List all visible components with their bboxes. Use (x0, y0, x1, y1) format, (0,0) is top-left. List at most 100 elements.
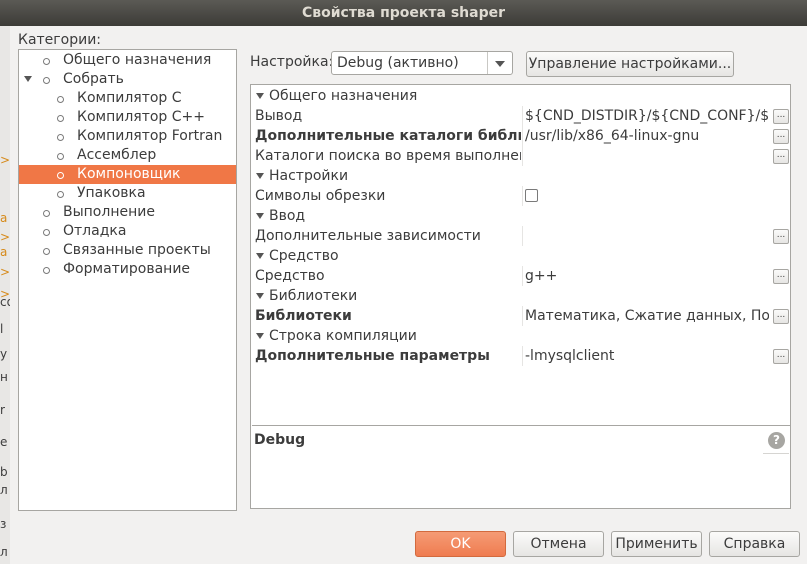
ellipsis-button[interactable]: ... (773, 269, 789, 284)
category-item[interactable]: Общего назначения (19, 51, 236, 70)
help-button[interactable]: Справка (709, 531, 800, 557)
ellipsis-button[interactable]: ... (773, 349, 789, 364)
category-item-label: Компилятор Fortran (77, 128, 223, 144)
category-item-label: Ассемблер (77, 147, 157, 163)
category-item-label: Общего назначения (63, 52, 212, 68)
categories-label: Категории: (18, 32, 102, 48)
background-text-fragment: l (0, 322, 4, 336)
ellipsis-button[interactable]: ... (773, 109, 789, 124)
bullet-icon (43, 267, 50, 274)
category-item[interactable]: Форматирование (19, 260, 236, 279)
background-text-fragment: > (0, 230, 10, 244)
property-category-row[interactable]: Общего назначения (252, 86, 790, 106)
configuration-select-value: Debug (активно) (337, 55, 459, 71)
background-text-fragment: a (0, 211, 8, 225)
category-item[interactable]: Связанные проекты (19, 241, 236, 260)
background-text-fragment: r (0, 403, 5, 417)
column-divider (522, 126, 523, 146)
description-title: Debug (254, 432, 306, 448)
column-divider (522, 106, 523, 126)
column-divider (522, 306, 523, 326)
bullet-icon (57, 172, 64, 179)
property-name: Вывод (255, 108, 303, 124)
category-item[interactable]: Компилятор C++ (19, 108, 236, 127)
property-value[interactable]: g++ (525, 266, 769, 286)
property-row[interactable]: Дополнительные зависимости... (252, 226, 790, 246)
property-name: Библиотеки (255, 308, 352, 324)
ellipsis-button[interactable]: ... (773, 309, 789, 324)
properties-sheet: Общего назначения Вывод ${CND_DISTDIR}/${C… (250, 84, 791, 509)
property-value[interactable]: Математика, Сжатие данных, По... (525, 306, 769, 326)
property-row[interactable]: Вывод ${CND_DISTDIR}/${CND_CONF}/${...... (252, 106, 790, 126)
category-item[interactable]: Собрать (19, 70, 236, 89)
ellipsis-button[interactable]: ... (773, 129, 789, 144)
category-item[interactable]: Отладка (19, 222, 236, 241)
category-item-label: Отладка (63, 223, 127, 239)
background-text-fragment: b (0, 465, 8, 479)
category-item[interactable]: Компилятор C (19, 89, 236, 108)
apply-button[interactable]: Применить (611, 531, 702, 557)
property-value[interactable]: ${CND_DISTDIR}/${CND_CONF}/${... (525, 106, 769, 126)
expander-triangle-icon[interactable] (24, 76, 32, 82)
bullet-icon (43, 58, 50, 65)
help-icon[interactable]: ? (768, 432, 785, 449)
strip-symbols-checkbox[interactable] (525, 189, 538, 202)
property-category-row[interactable]: Настройки (252, 166, 790, 186)
configuration-select[interactable]: Debug (активно) (331, 51, 513, 75)
category-item[interactable]: Компилятор Fortran (19, 127, 236, 146)
property-category-row[interactable]: Строка компиляции (252, 326, 790, 346)
property-row[interactable]: Средство g++... (252, 266, 790, 286)
property-name: Дополнительные параметры (255, 348, 490, 364)
category-item-label: Упаковка (77, 185, 146, 201)
ellipsis-button[interactable]: ... (773, 229, 789, 244)
property-category-row[interactable]: Ввод (252, 206, 790, 226)
background-text-fragment: co (0, 295, 10, 309)
category-item-label: Выполнение (63, 204, 155, 220)
category-item-label: Компилятор C++ (77, 109, 205, 125)
property-row[interactable]: Каталоги поиска во время выполнен... (252, 146, 790, 166)
category-item-label: Компилятор C (77, 90, 182, 106)
property-row[interactable]: Дополнительные каталоги библиот/usr/lib/… (252, 126, 790, 146)
property-value[interactable]: -lmysqlclient (525, 346, 769, 366)
background-window-strip: >a>a>>colунrebлзл (0, 26, 10, 564)
column-divider (522, 226, 523, 246)
property-row[interactable]: Дополнительные параметры -lmysqlclient... (252, 346, 790, 366)
property-name: Дополнительные зависимости (255, 228, 481, 244)
property-row[interactable]: Библиотеки Математика, Сжатие данных, По.… (252, 306, 790, 326)
category-item[interactable]: Выполнение (19, 203, 236, 222)
categories-tree[interactable]: Общего назначения Собрать Компилятор C Комп… (18, 49, 237, 511)
property-value[interactable]: /usr/lib/x86_64-linux-gnu (525, 126, 769, 146)
category-item[interactable]: Компоновщик (19, 165, 236, 184)
collapse-triangle-icon[interactable] (256, 93, 264, 99)
property-category-row[interactable]: Библиотеки (252, 286, 790, 306)
category-item[interactable]: Ассемблер (19, 146, 236, 165)
collapse-triangle-icon[interactable] (256, 293, 264, 299)
bullet-icon (43, 77, 50, 84)
bullet-icon (57, 115, 64, 122)
ok-button[interactable]: OK (415, 531, 506, 557)
collapse-triangle-icon[interactable] (256, 213, 264, 219)
property-row[interactable]: Символы обрезки (252, 186, 790, 206)
collapse-triangle-icon[interactable] (256, 333, 264, 339)
bullet-icon (57, 96, 64, 103)
bullet-icon (43, 229, 50, 236)
category-item-label: Собрать (63, 71, 124, 87)
manage-configurations-button[interactable]: Управление настройками... (526, 51, 734, 77)
background-text-fragment: л (0, 545, 8, 559)
collapse-triangle-icon[interactable] (256, 253, 264, 259)
ellipsis-button[interactable]: ... (773, 149, 789, 164)
bullet-icon (57, 134, 64, 141)
category-item-label: Связанные проекты (63, 242, 211, 258)
property-category-label: Настройки (269, 168, 349, 184)
collapse-triangle-icon[interactable] (256, 173, 264, 179)
property-category-row[interactable]: Средство (252, 246, 790, 266)
property-name: Средство (255, 268, 325, 284)
cancel-button[interactable]: Отмена (513, 531, 604, 557)
category-item[interactable]: Упаковка (19, 184, 236, 203)
column-divider (522, 266, 523, 286)
background-text-fragment: > (0, 153, 10, 167)
configuration-label: Настройка: (250, 54, 334, 70)
chevron-down-icon[interactable] (487, 52, 512, 74)
bullet-icon (57, 153, 64, 160)
background-text-fragment: з (0, 517, 7, 531)
